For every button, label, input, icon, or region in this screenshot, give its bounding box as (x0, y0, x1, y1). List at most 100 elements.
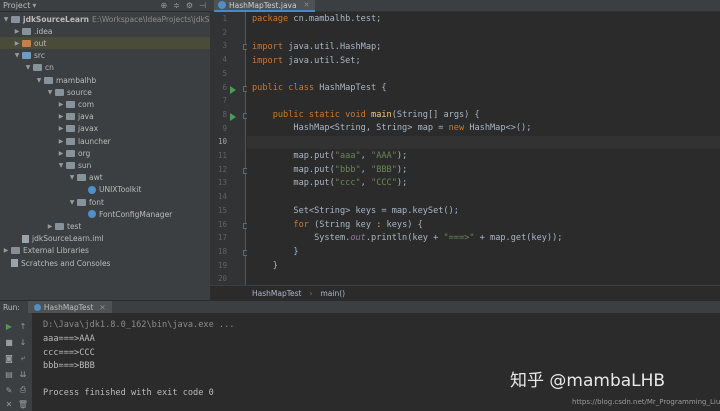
breadcrumb-class[interactable]: HashMapTest (252, 289, 302, 298)
library-icon (11, 247, 20, 255)
chevron-right-icon[interactable]: ▶ (57, 125, 65, 132)
pin-icon[interactable]: ✎ (3, 385, 15, 395)
tree-item-label: Scratches and Consoles (21, 258, 111, 268)
down-arrow-icon[interactable]: ↓ (17, 337, 29, 347)
breadcrumb-separator: › (309, 288, 313, 298)
project-view-selector[interactable]: Project (3, 1, 30, 10)
tree-item[interactable]: ▶ .idea (0, 25, 53, 37)
chevron-down-icon[interactable]: ▼ (24, 64, 32, 71)
folder-icon (66, 125, 75, 133)
chevron-right-icon[interactable]: ▶ (57, 113, 65, 120)
code-line: package cn.mambalhb.test; (252, 14, 382, 24)
chevron-down-icon[interactable]: ▼ (68, 199, 76, 206)
chevron-down-icon[interactable]: ▾ (32, 1, 36, 10)
tree-item-label: java (78, 112, 94, 122)
chevron-right-icon[interactable]: ▶ (13, 40, 21, 47)
line-number: 18 (217, 246, 227, 256)
chevron-down-icon[interactable]: ▼ (57, 162, 65, 169)
console-line: bbb===>BBB (43, 361, 95, 371)
up-arrow-icon[interactable]: ↑ (17, 321, 29, 331)
tree-item[interactable]: ▼ awt (0, 172, 103, 184)
folder-icon (66, 161, 75, 169)
tree-item[interactable]: ▶ java (0, 111, 94, 123)
chevron-right-icon[interactable]: ▶ (57, 150, 65, 157)
tree-item[interactable]: UNIXToolkit (0, 184, 141, 196)
line-number: 6 (222, 82, 227, 92)
breadcrumb-method[interactable]: main() (321, 289, 346, 298)
tree-item-label: org (78, 148, 91, 158)
tree-item[interactable]: FontConfigManager (0, 208, 172, 220)
tree-item[interactable]: ▼ cn (0, 62, 54, 74)
tree-item-label: com (78, 99, 95, 109)
gear-icon[interactable]: ⚙ (186, 1, 193, 10)
run-tab[interactable]: HashMapTest ✕ (27, 300, 112, 314)
line-number: 2 (222, 27, 227, 37)
scroll-end-icon[interactable]: ⇊ (17, 369, 29, 379)
line-number: 5 (222, 68, 227, 78)
chevron-down-icon[interactable]: ▼ (68, 174, 76, 181)
camera-icon[interactable]: ◙ (3, 353, 15, 363)
folder-icon (22, 52, 31, 60)
tree-item-label: launcher (78, 136, 111, 146)
watermark: 知乎 @mambaLHB (510, 371, 666, 391)
tree-item[interactable]: ▶ com (0, 98, 94, 110)
wrap-icon[interactable]: ⤶ (17, 353, 29, 363)
tree-item-label: UNIXToolkit (99, 185, 142, 195)
line-number: 7 (222, 96, 227, 106)
layout-icon[interactable]: ▤ (3, 369, 15, 379)
editor-gutter: 1 2 3 4 5 6 7 8 9 10 11 12 13 14 15 16 17 18 19 20 (210, 12, 249, 285)
tab-hashmaptest[interactable]: HashMapTest.java ✕ (214, 0, 316, 12)
tree-item[interactable]: ▶ External Libraries (0, 245, 89, 257)
folder-icon (44, 76, 53, 84)
chevron-right-icon[interactable]: ▶ (57, 138, 65, 145)
code-line: map.put("ccc", "CCC"); (252, 178, 408, 188)
tree-item[interactable]: ▼ font (0, 196, 104, 208)
tree-item[interactable]: jdkSourceLearn.iml (0, 233, 104, 245)
chevron-right-icon[interactable]: ▶ (13, 28, 21, 35)
java-class-icon (88, 210, 96, 219)
tree-item[interactable]: ▼ sun (0, 159, 92, 171)
tree-item[interactable]: ▼ jdkSourceLearn E:\Workspace\IdeaProjects… (0, 13, 231, 25)
console-output[interactable]: D:\Java\jdk1.8.0_162\bin\java.exe ... aa… (32, 313, 720, 411)
run-gutter-icon[interactable] (230, 112, 236, 121)
stop-icon[interactable]: ■ (3, 337, 15, 347)
line-number: 9 (222, 123, 227, 133)
close-icon[interactable]: ✕ (3, 399, 15, 409)
tree-item-label: .idea (34, 26, 53, 36)
print-icon[interactable]: ⎙ (17, 385, 29, 395)
chevron-right-icon[interactable]: ▶ (57, 101, 65, 108)
tree-item[interactable]: ▼ source (0, 86, 92, 98)
tree-item-label: FontConfigManager (99, 209, 173, 219)
console-line: ccc===>CCC (43, 348, 95, 358)
close-icon[interactable]: ✕ (304, 1, 310, 9)
tree-item[interactable]: ▶ test (0, 220, 82, 232)
run-label: Run: (3, 302, 20, 312)
code-line: } (252, 247, 299, 257)
tree-item[interactable]: ▼ src (0, 50, 45, 62)
chevron-right-icon[interactable]: ▶ (2, 247, 10, 254)
tree-item[interactable]: ▶ javax (0, 123, 98, 135)
hide-icon[interactable]: ⊣ (199, 1, 206, 10)
tree-item[interactable]: Scratches and Consoles (0, 257, 110, 269)
run-gutter-icon[interactable] (230, 85, 236, 94)
java-class-icon (33, 303, 41, 311)
tree-item[interactable]: ▶ out (0, 37, 210, 50)
collapse-icon[interactable]: ≑ (173, 1, 180, 10)
line-number: 19 (217, 260, 227, 270)
tree-item-label: src (34, 51, 45, 61)
chevron-down-icon[interactable]: ▼ (46, 89, 54, 96)
tree-item-label: test (67, 221, 82, 231)
trash-icon[interactable]: 🗑 (17, 399, 29, 409)
chevron-down-icon[interactable]: ▼ (2, 16, 10, 23)
tree-item[interactable]: ▶ launcher (0, 135, 111, 147)
code-line: public static void main(String[] args) { (272, 110, 480, 120)
tree-item[interactable]: ▼ mambalhb (0, 74, 96, 86)
tree-item[interactable]: ▶ org (0, 147, 91, 159)
locate-icon[interactable]: ⊕ (160, 1, 167, 10)
code-editor[interactable]: package cn.mambalhb.test; import java.ut… (247, 12, 720, 285)
chevron-right-icon[interactable]: ▶ (46, 223, 54, 230)
close-icon[interactable]: ✕ (99, 303, 105, 312)
chevron-down-icon[interactable]: ▼ (13, 52, 21, 59)
rerun-icon[interactable]: ▶ (3, 321, 15, 331)
chevron-down-icon[interactable]: ▼ (35, 77, 43, 84)
